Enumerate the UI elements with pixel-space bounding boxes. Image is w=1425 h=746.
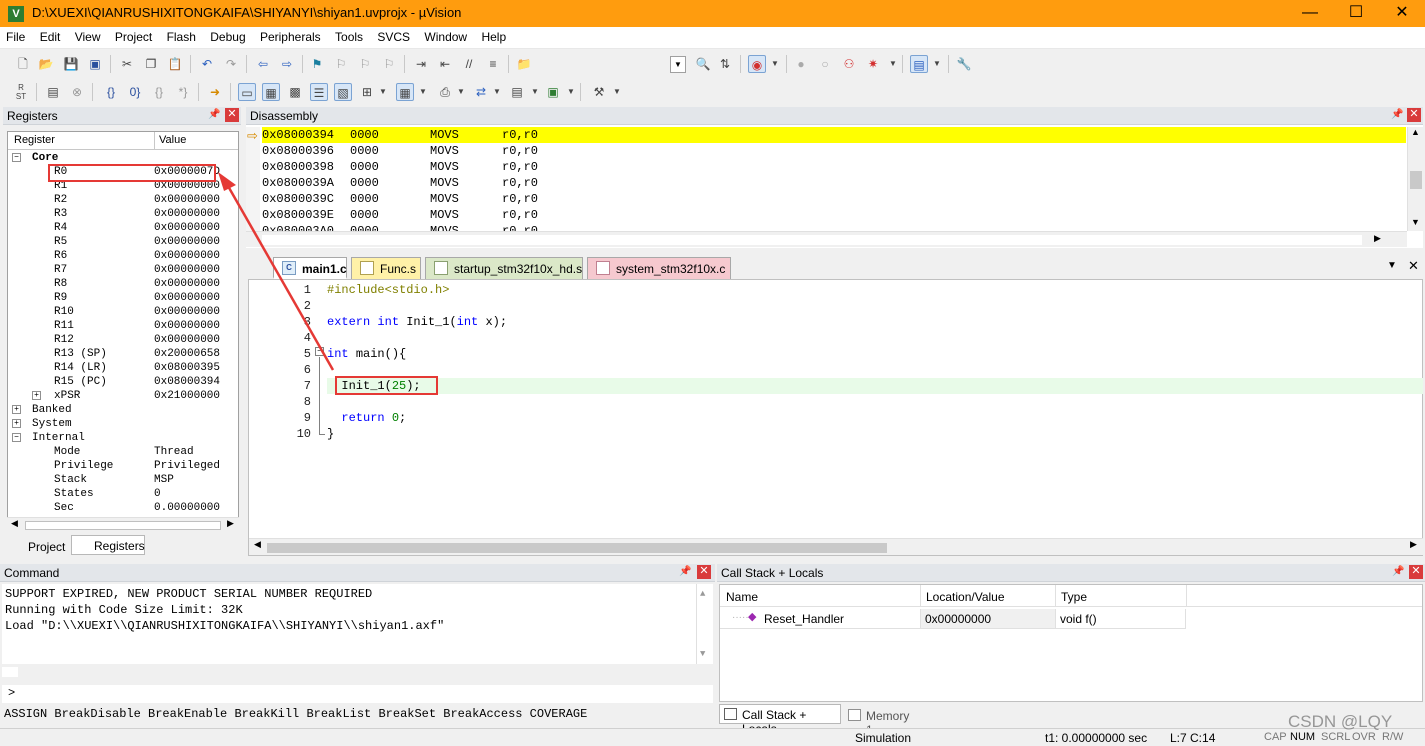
status-scrl: SCRL <box>1321 731 1351 743</box>
pin-icon[interactable]: 📌 <box>1392 566 1404 577</box>
watermark: CSDN @LQY <box>1288 712 1393 731</box>
callstack-row[interactable]: ······· ◆ Reset_Handler 0x00000000 void … <box>720 609 1186 629</box>
callstack-row-name: Reset_Handler <box>764 612 845 626</box>
command-panel: Command 📌 ✕ SUPPORT EXPIRED, NEW PRODUCT… <box>0 563 715 745</box>
annotation-box-r0 <box>48 164 216 182</box>
callstack-row-type: void f() <box>1055 609 1097 628</box>
tab-memory-1[interactable]: Memory 1 <box>843 705 923 737</box>
status-ovr: OVR <box>1352 731 1376 743</box>
output-line: Load "D:\\XUEXI\\QIANRUSHIXITONGKAIFA\\S… <box>5 619 445 633</box>
status-caps: CAP <box>1264 731 1287 743</box>
status-num: NUM <box>1290 731 1316 743</box>
command-input[interactable]: > <box>2 685 713 703</box>
close-panel-icon[interactable]: ✕ <box>697 565 711 579</box>
tab-callstack[interactable]: Call Stack + Locals <box>719 704 841 736</box>
col-type[interactable]: Type <box>1055 585 1087 607</box>
callstack-table-header: Name Location/Value Type <box>720 585 1422 607</box>
command-vscrollbar[interactable]: ▲ ▼ <box>696 584 712 664</box>
command-output: SUPPORT EXPIRED, NEW PRODUCT SERIAL NUMB… <box>2 584 713 664</box>
col-name[interactable]: Name <box>726 590 758 604</box>
status-bar: Simulation t1: 0.00000000 sec L:7 C:14 C… <box>0 728 1425 745</box>
close-panel-icon[interactable]: ✕ <box>1409 565 1423 579</box>
command-hints: ASSIGN BreakDisable BreakEnable BreakKil… <box>4 707 588 721</box>
output-line: SUPPORT EXPIRED, NEW PRODUCT SERIAL NUMB… <box>5 587 373 601</box>
output-line: Running with Code Size Limit: 32K <box>5 603 243 617</box>
command-title: Command <box>4 566 60 580</box>
status-cursor-pos: L:7 C:14 <box>1170 731 1216 745</box>
command-header: Command 📌 ✕ <box>0 564 715 582</box>
callstack-table: Name Location/Value Type ······· ◆ Reset… <box>719 584 1423 702</box>
callstack-row-location: 0x00000000 <box>920 609 1055 628</box>
status-rw: R/W <box>1382 731 1404 743</box>
callstack-title: Call Stack + Locals <box>721 566 824 580</box>
status-mode: Simulation <box>855 731 912 745</box>
pin-icon[interactable]: 📌 <box>679 566 691 577</box>
col-location[interactable]: Location/Value <box>920 585 1005 607</box>
status-time: t1: 0.00000000 sec <box>1045 731 1148 745</box>
function-diamond-icon: ◆ <box>748 611 757 623</box>
callstack-header: Call Stack + Locals 📌 ✕ <box>717 564 1425 582</box>
command-prompt: > <box>8 686 16 700</box>
